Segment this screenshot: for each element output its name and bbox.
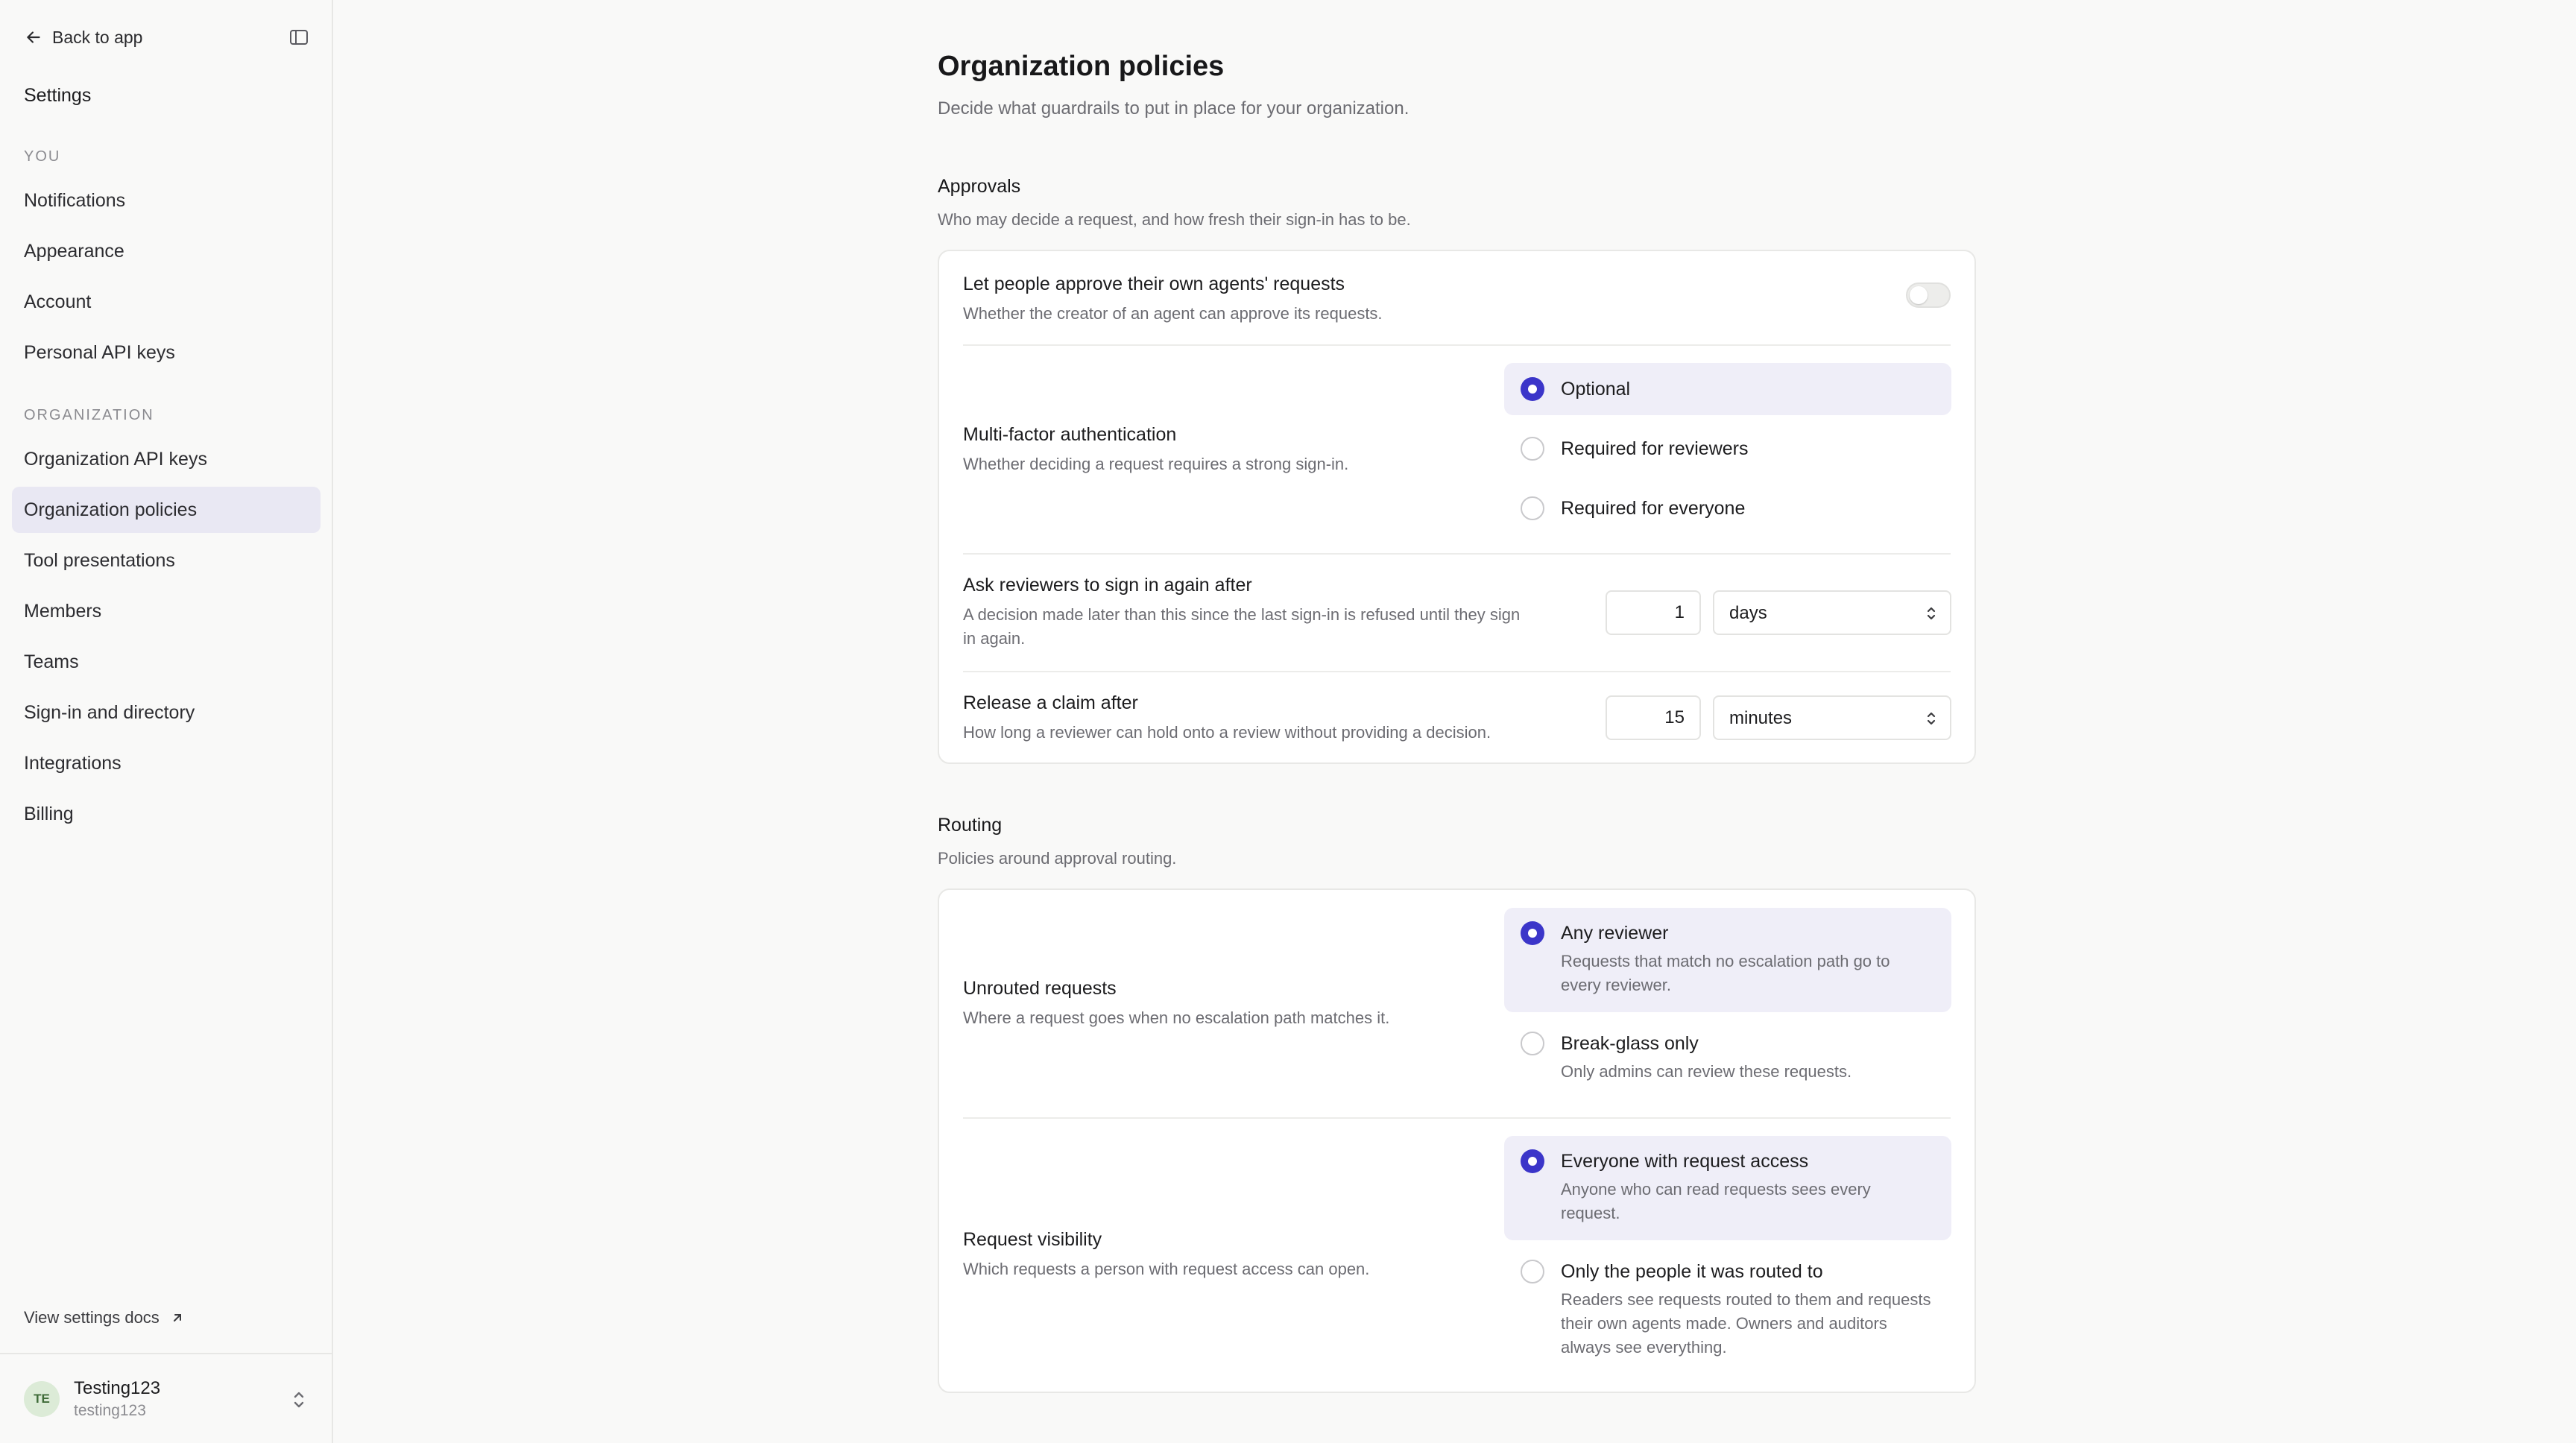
chevron-up-down-icon — [1927, 607, 1936, 620]
settings-sidebar: Back to app Settings YOU Notifications A… — [0, 0, 333, 1443]
sidebar-item-organization-api-keys[interactable]: Organization API keys — [12, 436, 321, 482]
claim-value-input[interactable] — [1606, 695, 1701, 740]
visibility-option-desc: Readers see requests routed to them and … — [1561, 1290, 1931, 1357]
chevron-up-down-icon — [1927, 712, 1936, 725]
account-switcher[interactable]: TE Testing123 testing123 — [0, 1353, 333, 1443]
unrouted-option-label: Break-glass only — [1561, 1033, 1699, 1054]
radio-selected[interactable] — [1521, 921, 1544, 945]
sidebar-toggle-button[interactable] — [288, 26, 310, 48]
sidebar-item-personal-api-keys[interactable]: Personal API keys — [12, 329, 321, 376]
sidebar-item-teams[interactable]: Teams — [12, 639, 321, 685]
toggle-knob — [1910, 286, 1928, 304]
radio-selected[interactable] — [1521, 377, 1544, 401]
sidebar-item-integrations[interactable]: Integrations — [12, 740, 321, 786]
sidebar-header: Back to app — [24, 22, 310, 52]
claim-desc: How long a reviewer can hold onto a revi… — [963, 723, 1491, 742]
mfa-title: Multi-factor authentication — [963, 424, 1177, 445]
arrow-left-icon — [27, 31, 40, 43]
avatar: TE — [24, 1381, 60, 1417]
unrouted-option-break-glass[interactable]: Break-glass only Only admins can review … — [1504, 1018, 1951, 1106]
self-approve-toggle[interactable] — [1906, 282, 1951, 308]
external-link-icon — [173, 1314, 181, 1322]
radio[interactable] — [1521, 496, 1544, 520]
self-approve-title: Let people approve their own agents' req… — [963, 274, 1345, 294]
sidebar-item-notifications[interactable]: Notifications — [12, 177, 321, 224]
visibility-option-label: Everyone with request access — [1561, 1151, 1809, 1172]
divider — [963, 1117, 1951, 1119]
self-approve-desc: Whether the creator of an agent can appr… — [963, 304, 1383, 323]
approvals-section-subtitle: Who may decide a request, and how fresh … — [938, 210, 1411, 229]
visibility-option-desc: Anyone who can read requests sees every … — [1561, 1180, 1871, 1222]
sidebar-item-appearance[interactable]: Appearance — [12, 228, 321, 274]
reauth-desc: A decision made later than this since th… — [963, 605, 1521, 648]
nav-group-you-label: YOU — [24, 148, 61, 165]
reauth-unit-value: days — [1729, 603, 1767, 623]
mfa-option-label: Optional — [1561, 379, 1631, 400]
user-name: Testing123 — [74, 1378, 161, 1398]
sidebar-title: Settings — [24, 85, 92, 106]
back-to-app-link[interactable]: Back to app — [24, 28, 142, 48]
visibility-desc: Which requests a person with request acc… — [963, 1260, 1370, 1278]
unrouted-option-any-reviewer[interactable]: Any reviewer Requests that match no esca… — [1504, 908, 1951, 1012]
mfa-option-optional[interactable]: Optional — [1504, 363, 1951, 415]
mfa-desc: Whether deciding a request requires a st… — [963, 455, 1349, 473]
reauth-unit-select[interactable]: days — [1713, 590, 1951, 635]
unrouted-desc: Where a request goes when no escalation … — [963, 1008, 1390, 1027]
nav-group-organization-label: ORGANIZATION — [24, 407, 154, 423]
claim-unit-select[interactable]: minutes — [1713, 695, 1951, 740]
user-handle: testing123 — [74, 1402, 146, 1419]
visibility-option-label: Only the people it was routed to — [1561, 1261, 1823, 1282]
mfa-option-label: Required for reviewers — [1561, 438, 1749, 459]
sidebar-item-organization-policies[interactable]: Organization policies — [12, 487, 321, 533]
sidebar-item-account[interactable]: Account — [12, 279, 321, 325]
unrouted-option-desc: Only admins can review these requests. — [1561, 1062, 1852, 1081]
divider — [963, 553, 1951, 555]
sidebar-item-sign-in-and-directory[interactable]: Sign-in and directory — [12, 689, 321, 736]
sidebar-panel-icon — [290, 30, 308, 45]
routing-section-title: Routing — [938, 815, 1003, 836]
view-settings-docs-link[interactable]: View settings docs — [24, 1308, 185, 1327]
radio-selected[interactable] — [1521, 1149, 1544, 1173]
visibility-title: Request visibility — [963, 1229, 1102, 1250]
mfa-option-required-everyone[interactable]: Required for everyone — [1504, 482, 1951, 534]
mfa-option-required-reviewers[interactable]: Required for reviewers — [1504, 423, 1951, 475]
routing-card: Unrouted requests Where a request goes w… — [938, 888, 1976, 1393]
claim-unit-value: minutes — [1729, 708, 1793, 728]
unrouted-option-label: Any reviewer — [1561, 923, 1669, 944]
view-settings-docs-label: View settings docs — [24, 1308, 160, 1327]
approvals-section-title: Approvals — [938, 176, 1021, 197]
chevron-up-down-icon[interactable] — [289, 1387, 309, 1412]
divider — [963, 671, 1951, 672]
unrouted-option-desc: Requests that match no escalation path g… — [1561, 952, 1890, 994]
unrouted-title: Unrouted requests — [963, 978, 1117, 999]
radio[interactable] — [1521, 437, 1544, 461]
page-subtitle: Decide what guardrails to put in place f… — [938, 98, 1409, 119]
reauth-title: Ask reviewers to sign in again after — [963, 575, 1252, 596]
radio[interactable] — [1521, 1032, 1544, 1055]
page-title: Organization policies — [938, 51, 1225, 82]
sidebar-item-billing[interactable]: Billing — [12, 791, 321, 837]
claim-title: Release a claim after — [963, 692, 1138, 713]
visibility-option-everyone[interactable]: Everyone with request access Anyone who … — [1504, 1136, 1951, 1240]
back-to-app-label: Back to app — [52, 27, 143, 47]
radio[interactable] — [1521, 1260, 1544, 1283]
routing-section-subtitle: Policies around approval routing. — [938, 849, 1177, 868]
divider — [963, 344, 1951, 346]
visibility-option-routed-only[interactable]: Only the people it was routed to Readers… — [1504, 1246, 1951, 1380]
sidebar-item-members[interactable]: Members — [12, 588, 321, 634]
approvals-card: Let people approve their own agents' req… — [938, 250, 1976, 764]
reauth-value-input[interactable] — [1606, 590, 1701, 635]
sidebar-item-tool-presentations[interactable]: Tool presentations — [12, 537, 321, 584]
mfa-option-label: Required for everyone — [1561, 498, 1746, 519]
